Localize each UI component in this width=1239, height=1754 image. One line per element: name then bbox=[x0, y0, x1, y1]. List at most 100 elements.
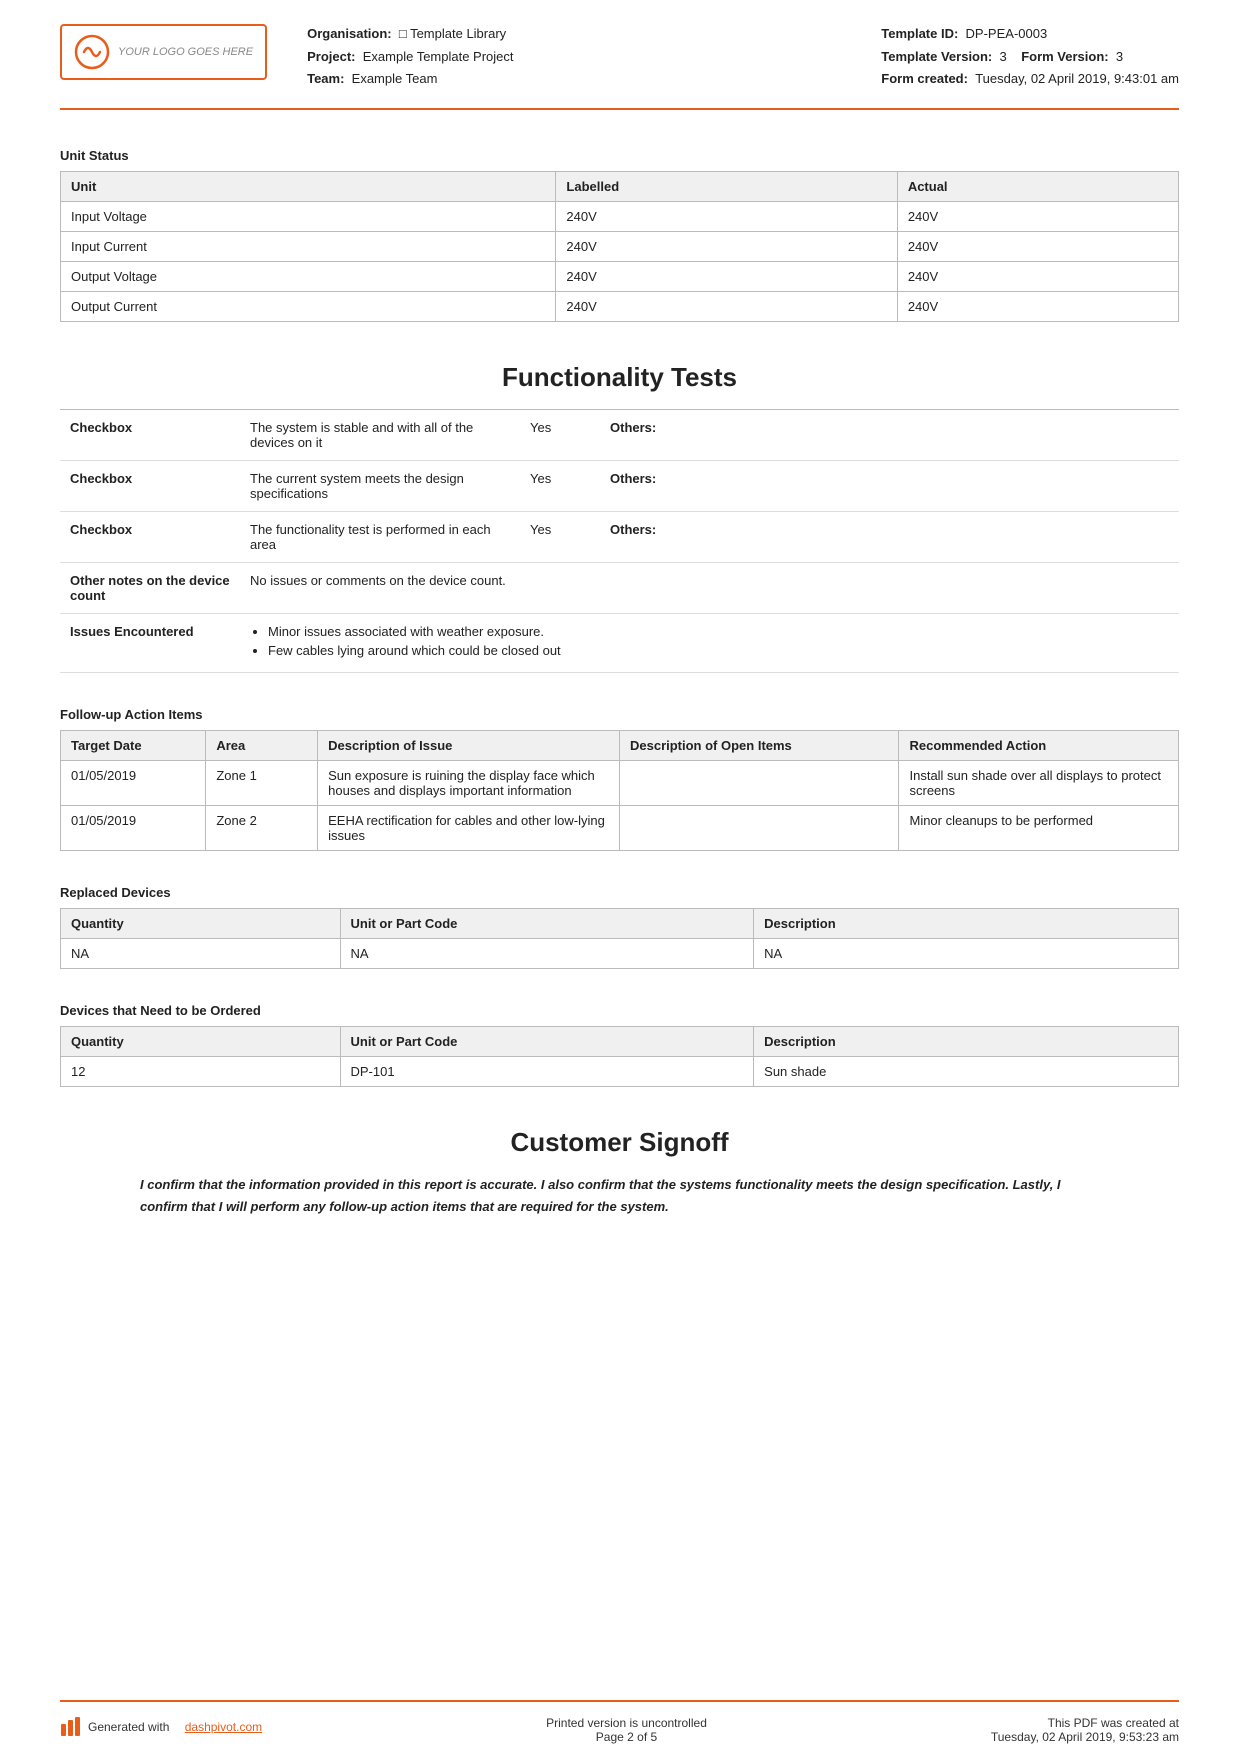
followup-cell-description: Sun exposure is ruining the display face… bbox=[318, 760, 620, 805]
actual-col-header: Actual bbox=[897, 171, 1178, 201]
rd-cell-description: NA bbox=[754, 938, 1179, 968]
header-meta: Organisation: □ Template Library Project… bbox=[307, 24, 881, 92]
func-field-value: Yes bbox=[520, 409, 600, 460]
do-col-1: Unit or Part Code bbox=[340, 1026, 754, 1056]
rd-cell-part_code: NA bbox=[340, 938, 754, 968]
rd-col-2: Description bbox=[754, 908, 1179, 938]
functionality-tests-table: CheckboxThe system is stable and with al… bbox=[60, 409, 1179, 673]
footer-right: This PDF was created at Tuesday, 02 Apri… bbox=[991, 1716, 1179, 1744]
unit-status-row: Output Voltage240V240V bbox=[61, 261, 1179, 291]
signoff-text: I confirm that the information provided … bbox=[140, 1174, 1099, 1218]
logo-icon bbox=[74, 34, 110, 70]
team-label: Team: bbox=[307, 71, 344, 86]
labelled-col-header: Labelled bbox=[556, 171, 897, 201]
unit-status-cell-actual: 240V bbox=[897, 201, 1178, 231]
func-field-others: Others: bbox=[600, 511, 1179, 562]
func-field-others: Others: bbox=[600, 460, 1179, 511]
project-label: Project: bbox=[307, 49, 355, 64]
followup-row: 01/05/2019Zone 2EEHA rectification for c… bbox=[61, 805, 1179, 850]
replaced-devices-row: NANANA bbox=[61, 938, 1179, 968]
func-field-value: Yes bbox=[520, 511, 600, 562]
unit-status-cell-actual: 240V bbox=[897, 291, 1178, 321]
organisation-label: Organisation: bbox=[307, 26, 392, 41]
issue-bullet: Few cables lying around which could be c… bbox=[268, 643, 1169, 658]
unit-status-row: Input Voltage240V240V bbox=[61, 201, 1179, 231]
unit-status-title: Unit Status bbox=[60, 148, 1179, 163]
devices-ordered-table: Quantity Unit or Part Code Description 1… bbox=[60, 1026, 1179, 1087]
footer-left: Generated with dashpivot.com bbox=[60, 1716, 262, 1738]
team-value: Example Team bbox=[352, 71, 438, 86]
footer: Generated with dashpivot.com Printed ver… bbox=[60, 1700, 1179, 1754]
func-field-desc: No issues or comments on the device coun… bbox=[240, 562, 520, 613]
template-id-label: Template ID: bbox=[881, 26, 958, 41]
followup-row: 01/05/2019Zone 1Sun exposure is ruining … bbox=[61, 760, 1179, 805]
footer-uncontrolled: Printed version is uncontrolled bbox=[546, 1716, 707, 1730]
do-cell-description: Sun shade bbox=[754, 1056, 1179, 1086]
footer-page: Page 2 of 5 bbox=[546, 1730, 707, 1744]
replaced-devices-title: Replaced Devices bbox=[60, 885, 1179, 900]
func-field-desc: The system is stable and with all of the… bbox=[240, 409, 520, 460]
footer-generated-text: Generated with bbox=[88, 1720, 169, 1734]
unit-status-table: Unit Labelled Actual Input Voltage240V24… bbox=[60, 171, 1179, 322]
unit-status-cell-unit: Output Current bbox=[61, 291, 556, 321]
unit-status-row: Output Current240V240V bbox=[61, 291, 1179, 321]
rd-col-0: Quantity bbox=[61, 908, 341, 938]
followup-cell-recommended: Minor cleanups to be performed bbox=[899, 805, 1179, 850]
func-test-row: CheckboxThe system is stable and with al… bbox=[60, 409, 1179, 460]
logo-text: YOUR LOGO GOES HERE bbox=[118, 46, 253, 58]
unit-col-header: Unit bbox=[61, 171, 556, 201]
header: YOUR LOGO GOES HERE Organisation: □ Temp… bbox=[60, 0, 1179, 110]
replaced-devices-table: Quantity Unit or Part Code Description N… bbox=[60, 908, 1179, 969]
func-field-value: Yes bbox=[520, 460, 600, 511]
followup-cell-recommended: Install sun shade over all displays to p… bbox=[899, 760, 1179, 805]
devices-ordered-row: 12DP-101Sun shade bbox=[61, 1056, 1179, 1086]
func-field-label: Other notes on the device count bbox=[60, 562, 240, 613]
form-created-label: Form created: bbox=[881, 71, 968, 86]
footer-created-date: Tuesday, 02 April 2019, 9:53:23 am bbox=[991, 1730, 1179, 1744]
header-right: Template ID: DP-PEA-0003 Template Versio… bbox=[881, 24, 1179, 92]
do-cell-part_code: DP-101 bbox=[340, 1056, 754, 1086]
followup-col-1: Area bbox=[206, 730, 318, 760]
do-col-0: Quantity bbox=[61, 1026, 341, 1056]
followup-cell-target_date: 01/05/2019 bbox=[61, 805, 206, 850]
do-cell-quantity: 12 bbox=[61, 1056, 341, 1086]
followup-cell-area: Zone 1 bbox=[206, 760, 318, 805]
func-field-empty bbox=[520, 562, 1179, 613]
followup-cell-area: Zone 2 bbox=[206, 805, 318, 850]
footer-center: Printed version is uncontrolled Page 2 o… bbox=[546, 1716, 707, 1744]
do-col-2: Description bbox=[754, 1026, 1179, 1056]
issues-encountered-content: Minor issues associated with weather exp… bbox=[240, 613, 1179, 672]
unit-status-cell-labelled: 240V bbox=[556, 201, 897, 231]
unit-status-cell-labelled: 240V bbox=[556, 261, 897, 291]
unit-status-cell-unit: Input Current bbox=[61, 231, 556, 261]
form-created-value: Tuesday, 02 April 2019, 9:43:01 am bbox=[975, 71, 1179, 86]
issues-encountered-row: Issues Encountered Minor issues associate… bbox=[60, 613, 1179, 672]
followup-cell-target_date: 01/05/2019 bbox=[61, 760, 206, 805]
func-field-label: Checkbox bbox=[60, 511, 240, 562]
unit-status-row: Input Current240V240V bbox=[61, 231, 1179, 261]
func-test-row: Other notes on the device countNo issues… bbox=[60, 562, 1179, 613]
followup-cell-open_items bbox=[619, 760, 899, 805]
issue-bullet: Minor issues associated with weather exp… bbox=[268, 624, 1169, 639]
func-field-desc: The current system meets the design spec… bbox=[240, 460, 520, 511]
devices-ordered-title: Devices that Need to be Ordered bbox=[60, 1003, 1179, 1018]
footer-logo-icon bbox=[60, 1716, 82, 1738]
followup-col-3: Description of Open Items bbox=[619, 730, 899, 760]
followup-col-4: Recommended Action bbox=[899, 730, 1179, 760]
followup-cell-open_items bbox=[619, 805, 899, 850]
rd-col-1: Unit or Part Code bbox=[340, 908, 754, 938]
followup-table: Target Date Area Description of Issue De… bbox=[60, 730, 1179, 851]
unit-status-cell-unit: Output Voltage bbox=[61, 261, 556, 291]
footer-link[interactable]: dashpivot.com bbox=[185, 1720, 262, 1734]
unit-status-cell-actual: 240V bbox=[897, 261, 1178, 291]
func-field-label: Checkbox bbox=[60, 460, 240, 511]
followup-col-2: Description of Issue bbox=[318, 730, 620, 760]
func-field-others: Others: bbox=[600, 409, 1179, 460]
func-test-row: CheckboxThe current system meets the des… bbox=[60, 460, 1179, 511]
followup-cell-description: EEHA rectification for cables and other … bbox=[318, 805, 620, 850]
functionality-tests-title: Functionality Tests bbox=[60, 362, 1179, 393]
followup-title: Follow-up Action Items bbox=[60, 707, 1179, 722]
func-field-desc: The functionality test is performed in e… bbox=[240, 511, 520, 562]
template-version-label: Template Version: bbox=[881, 49, 992, 64]
issues-encountered-label: Issues Encountered bbox=[60, 613, 240, 672]
